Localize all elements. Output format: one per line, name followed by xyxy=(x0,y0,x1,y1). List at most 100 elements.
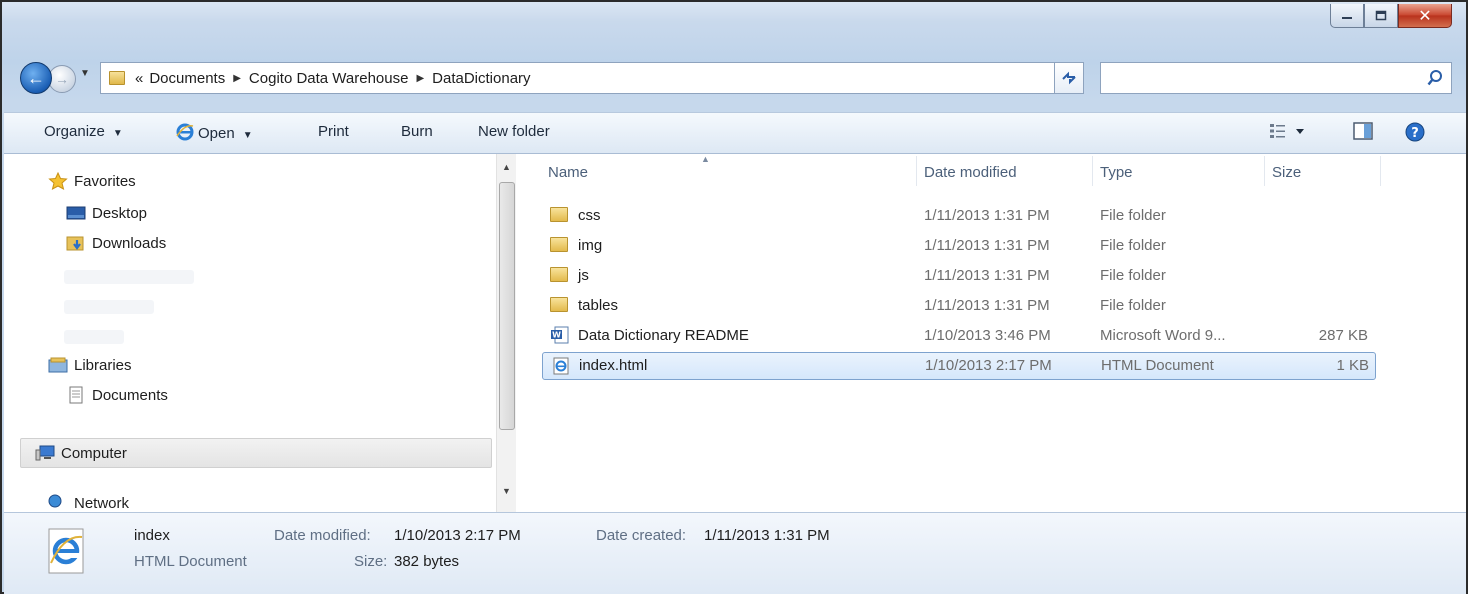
star-icon xyxy=(48,172,68,190)
help-button[interactable]: ? xyxy=(1404,121,1426,147)
organize-button[interactable]: Organize ▼ xyxy=(44,123,123,140)
file-name: js xyxy=(578,267,589,284)
chevron-right-icon[interactable]: ▶ xyxy=(233,73,241,84)
nav-downloads[interactable]: Downloads xyxy=(66,234,166,252)
caption-buttons: ✕ xyxy=(1330,4,1452,28)
scroll-up-icon[interactable]: ▲ xyxy=(502,162,511,172)
chevron-down-icon: ▼ xyxy=(112,128,123,139)
nav-downloads-label: Downloads xyxy=(92,234,167,252)
file-row-css[interactable]: css 1/11/2013 1:31 PM File folder xyxy=(542,202,1376,230)
file-row-tables[interactable]: tables 1/11/2013 1:31 PM File folder xyxy=(542,292,1376,320)
burn-button[interactable]: Burn xyxy=(401,123,433,140)
chevron-right-icon[interactable]: ▶ xyxy=(416,73,424,84)
column-header-size[interactable]: Size xyxy=(1272,164,1301,181)
column-header-name[interactable]: Name xyxy=(548,164,588,181)
file-date: 1/11/2013 1:31 PM xyxy=(924,207,1050,224)
nav-documents-label: Documents xyxy=(92,386,168,404)
recent-pages-button[interactable]: ▼ xyxy=(80,68,90,79)
file-size: 1 KB xyxy=(1336,357,1369,374)
file-row-index-html[interactable]: index.html 1/10/2013 2:17 PM HTML Docume… xyxy=(542,352,1376,380)
nav-favorites-label: Favorites xyxy=(74,172,136,190)
content-area: Favorites Desktop Downloads Libraries Do… xyxy=(4,154,1466,512)
html-doc-icon xyxy=(553,357,569,375)
column-header-type[interactable]: Type xyxy=(1100,164,1133,181)
file-list: ▲ Name Date modified Type Size css 1/11/… xyxy=(518,154,1466,512)
chevron-down-icon: ▼ xyxy=(242,130,253,141)
downloads-folder-icon xyxy=(66,236,84,251)
nav-computer[interactable]: Computer xyxy=(20,438,492,468)
address-row: ← → ▼ « Documents ▶ Cogito Data Warehous… xyxy=(20,58,1452,98)
nav-network[interactable]: Network xyxy=(48,494,129,512)
column-divider[interactable] xyxy=(916,156,917,186)
forward-button[interactable]: → xyxy=(48,65,76,93)
open-label: Open xyxy=(198,125,235,142)
file-date: 1/11/2013 1:31 PM xyxy=(924,237,1050,254)
back-button[interactable]: ← xyxy=(20,62,52,94)
file-row-data-dictionary-readme[interactable]: W Data Dictionary README 1/10/2013 3:46 … xyxy=(542,322,1376,350)
maximize-button[interactable] xyxy=(1364,4,1398,28)
folder-icon xyxy=(109,71,125,85)
search-icon[interactable] xyxy=(1427,69,1443,87)
network-icon xyxy=(48,494,62,508)
refresh-icon xyxy=(1062,71,1076,85)
new-folder-button[interactable]: New folder xyxy=(478,123,550,140)
change-view-button[interactable] xyxy=(1268,121,1308,145)
column-divider[interactable] xyxy=(1092,156,1093,186)
details-file-type: HTML Document xyxy=(134,553,247,570)
organize-label: Organize xyxy=(44,123,105,140)
breadcrumb-datadictionary[interactable]: DataDictionary xyxy=(432,70,530,87)
nav-favorites[interactable]: Favorites xyxy=(48,172,136,190)
blurred-nav-item xyxy=(64,270,194,284)
forward-arrow-icon: → xyxy=(55,71,69,87)
file-size: 287 KB xyxy=(1318,327,1368,344)
details-size-label: Size: xyxy=(354,553,388,570)
folder-icon xyxy=(550,296,570,314)
address-bar[interactable]: « Documents ▶ Cogito Data Warehouse ▶ Da… xyxy=(100,62,1080,94)
libraries-icon xyxy=(48,357,68,373)
nav-desktop[interactable]: Desktop xyxy=(66,204,147,222)
print-button[interactable]: Print xyxy=(318,123,349,140)
svg-text:W: W xyxy=(552,331,561,340)
details-pane: index HTML Document Date modified: 1/10/… xyxy=(4,512,1466,594)
file-date: 1/11/2013 1:31 PM xyxy=(924,297,1050,314)
file-type: Microsoft Word 9... xyxy=(1100,327,1226,344)
minimize-button[interactable] xyxy=(1330,4,1364,28)
svg-text:?: ? xyxy=(1411,126,1419,141)
minimize-icon xyxy=(1342,16,1352,19)
file-date: 1/10/2013 2:17 PM xyxy=(925,357,1052,374)
preview-pane-button[interactable] xyxy=(1352,121,1374,145)
sort-ascending-icon: ▲ xyxy=(701,154,710,164)
file-row-js[interactable]: js 1/11/2013 1:31 PM File folder xyxy=(542,262,1376,290)
file-type: File folder xyxy=(1100,267,1166,284)
column-divider[interactable] xyxy=(1380,156,1381,186)
nav-pane-scrollbar[interactable]: ▲ ▼ xyxy=(496,154,516,512)
file-name: img xyxy=(578,237,603,254)
file-type: File folder xyxy=(1100,297,1166,314)
help-icon: ? xyxy=(1405,122,1425,142)
blurred-nav-item xyxy=(64,300,154,314)
search-input[interactable] xyxy=(1100,62,1452,94)
open-button[interactable]: Open ▼ xyxy=(176,123,253,142)
word-doc-icon: W xyxy=(551,326,569,344)
column-divider[interactable] xyxy=(1264,156,1265,186)
scroll-thumb[interactable] xyxy=(499,182,515,430)
nav-documents[interactable]: Documents xyxy=(66,386,168,404)
column-header-date-modified[interactable]: Date modified xyxy=(924,164,1017,181)
close-button[interactable]: ✕ xyxy=(1398,4,1452,28)
refresh-button[interactable] xyxy=(1054,62,1084,94)
internet-explorer-icon xyxy=(48,528,84,574)
scroll-down-icon[interactable]: ▼ xyxy=(502,486,511,496)
maximize-icon xyxy=(1375,10,1387,20)
computer-icon xyxy=(35,445,55,461)
details-date-created-label: Date created: xyxy=(596,527,687,544)
nav-libraries-label: Libraries xyxy=(74,356,132,374)
file-type: File folder xyxy=(1100,237,1166,254)
breadcrumb-documents[interactable]: Documents xyxy=(149,70,225,87)
breadcrumb-overflow[interactable]: « xyxy=(135,70,143,87)
file-row-img[interactable]: img 1/11/2013 1:31 PM File folder xyxy=(542,232,1376,260)
view-options-icon xyxy=(1270,124,1304,138)
details-date-modified-label: Date modified: xyxy=(274,527,371,544)
breadcrumb-cogito-data-warehouse[interactable]: Cogito Data Warehouse xyxy=(249,70,409,87)
file-type: HTML Document xyxy=(1101,357,1214,374)
nav-libraries[interactable]: Libraries xyxy=(48,356,132,374)
